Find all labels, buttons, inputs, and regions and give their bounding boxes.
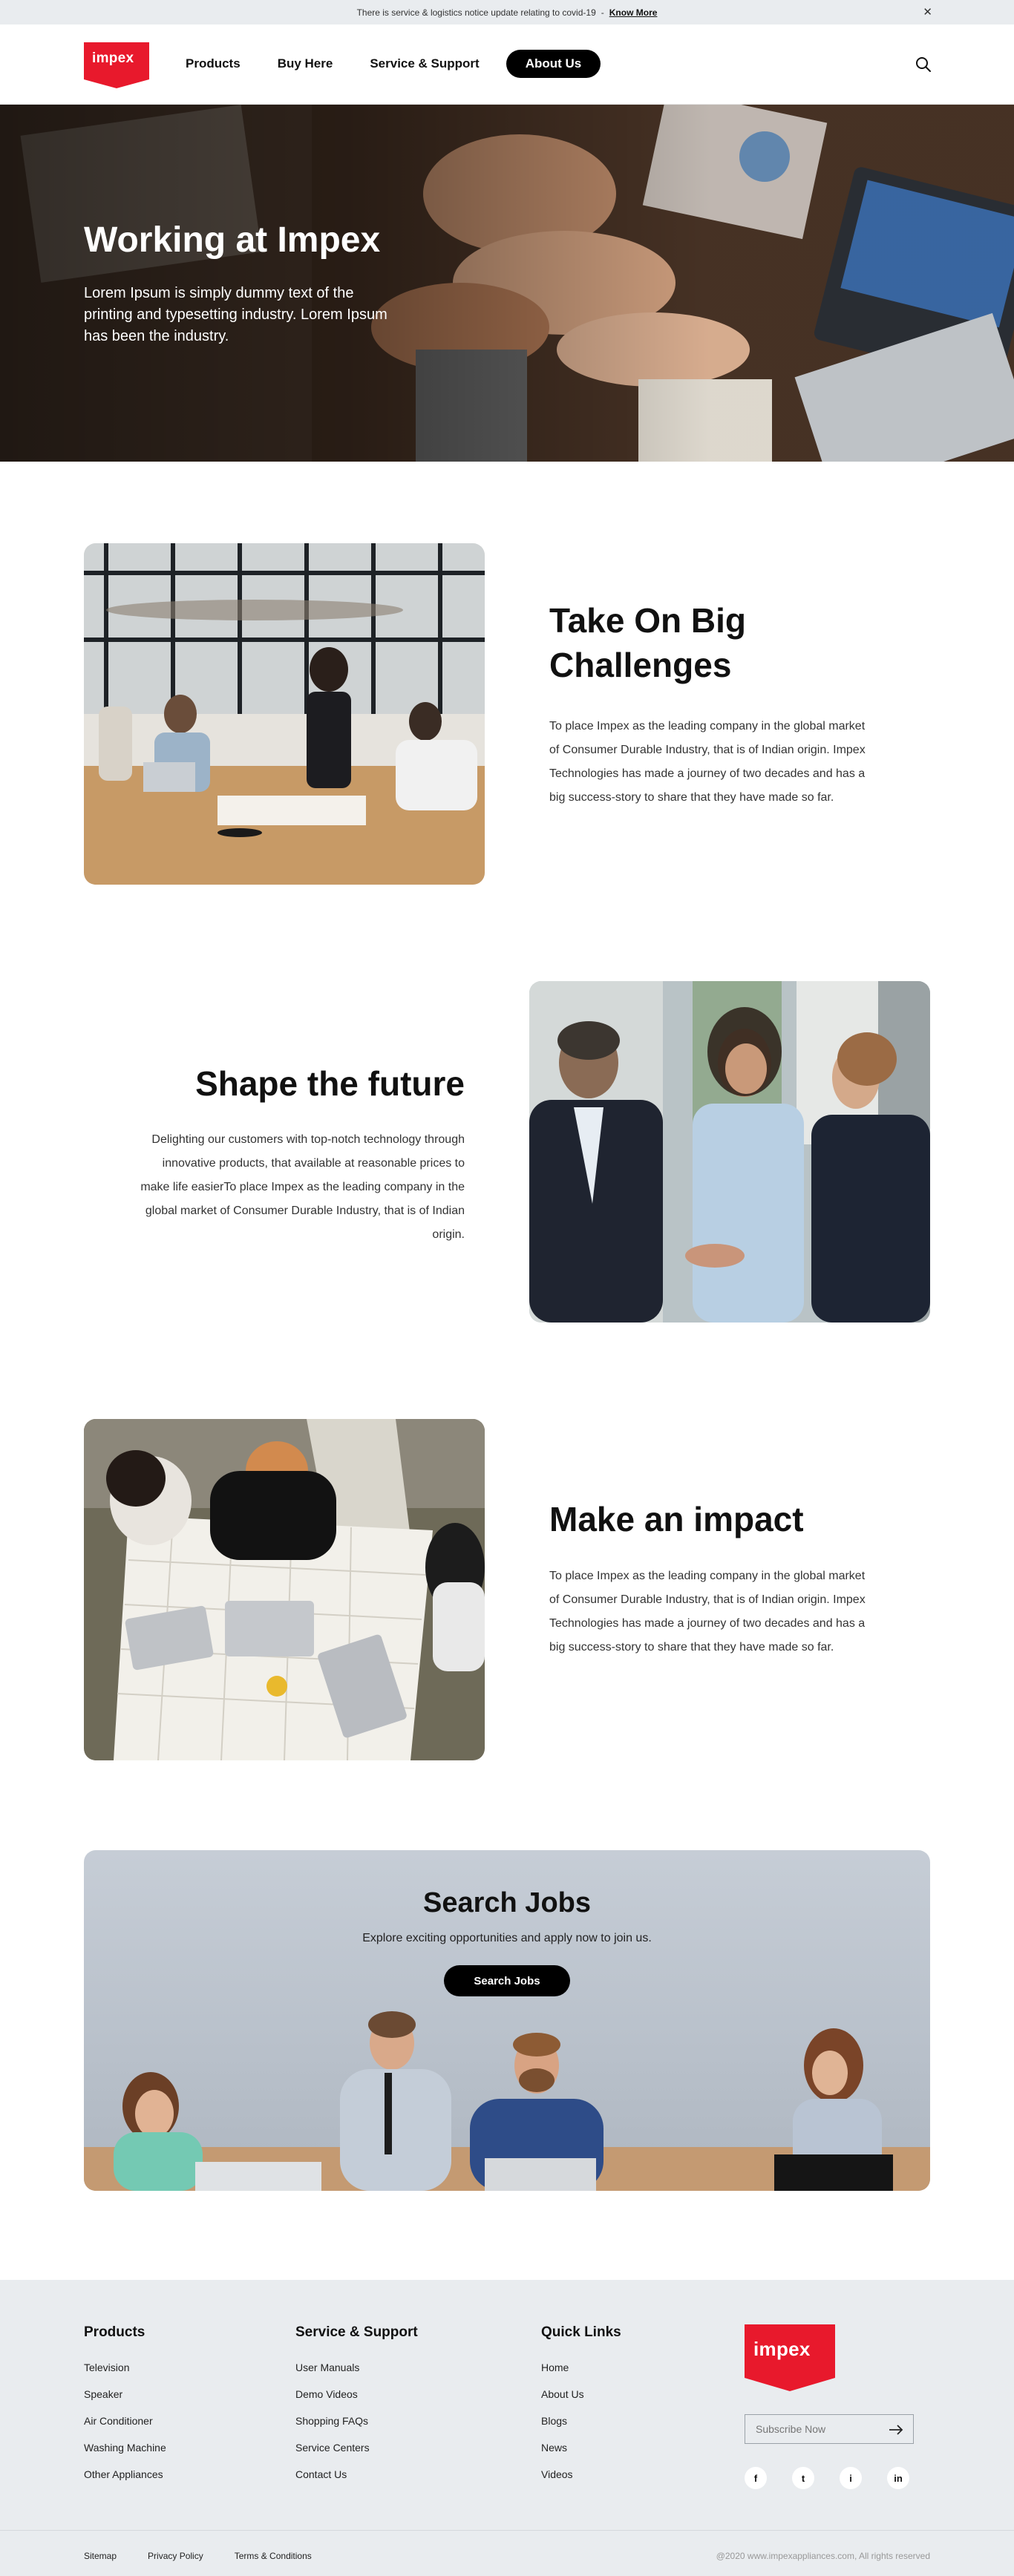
main-nav: Products Buy Here Service & Support Abou… bbox=[186, 48, 601, 79]
nav-about-us[interactable]: About Us bbox=[506, 50, 601, 78]
section-text-future: Delighting our customers with top-notch … bbox=[140, 1133, 465, 1241]
footer-link-demo-videos[interactable]: Demo Videos bbox=[295, 2388, 418, 2415]
footer-link-washing-machine[interactable]: Washing Machine bbox=[84, 2442, 166, 2468]
footer-link-air-conditioner[interactable]: Air Conditioner bbox=[84, 2415, 166, 2442]
search-jobs-button[interactable]: Search Jobs bbox=[444, 1965, 570, 1996]
hero-title: Working at Impex bbox=[84, 220, 381, 260]
terms-conditions-link[interactable]: Terms & Conditions bbox=[235, 2551, 312, 2561]
copyright-text: @2020 www.impexappliances.com, All right… bbox=[716, 2551, 930, 2561]
section-text-impact: To place Impex as the leading company in… bbox=[549, 1570, 866, 1654]
arrow-right-icon[interactable] bbox=[888, 2422, 904, 2438]
handshake-photo-illustration bbox=[529, 981, 930, 1323]
team-photo bbox=[84, 1419, 485, 1760]
notice-bar: There is service & logistics notice upda… bbox=[0, 0, 1014, 24]
nav-buy-here[interactable]: Buy Here bbox=[278, 56, 333, 71]
footer-link-home[interactable]: Home bbox=[541, 2362, 621, 2388]
footer-link-blogs[interactable]: Blogs bbox=[541, 2415, 621, 2442]
search-jobs-banner: Search Jobs Explore exciting opportuniti… bbox=[84, 1850, 930, 2191]
subscribe-input[interactable] bbox=[745, 2423, 879, 2435]
footer-link-service-centers[interactable]: Service Centers bbox=[295, 2442, 418, 2468]
site-footer: Products Television Speaker Air Conditio… bbox=[0, 2280, 1014, 2576]
impex-logo[interactable]: impex bbox=[84, 42, 149, 88]
footer-link-about-us[interactable]: About Us bbox=[541, 2388, 621, 2415]
nav-service-support[interactable]: Service & Support bbox=[370, 56, 479, 71]
footer-col-service: Service & Support User Manuals Demo Vide… bbox=[295, 2324, 418, 2495]
section-title-future: Shape the future bbox=[195, 1064, 465, 1103]
notice-separator: - bbox=[601, 7, 604, 18]
footer-link-shopping-faqs[interactable]: Shopping FAQs bbox=[295, 2415, 418, 2442]
jobs-title: Search Jobs bbox=[423, 1887, 591, 1918]
nav-products[interactable]: Products bbox=[186, 56, 241, 71]
footer-logo-text: impex bbox=[753, 2338, 811, 2360]
team-photo-illustration bbox=[84, 1419, 485, 1760]
meeting-photo bbox=[84, 543, 485, 885]
sitemap-link[interactable]: Sitemap bbox=[84, 2551, 117, 2561]
footer-bottom-links: Sitemap Privacy Policy Terms & Condition… bbox=[84, 2551, 343, 2561]
hero-text: Lorem Ipsum is simply dummy text of the … bbox=[84, 285, 387, 344]
footer-col-quick-links: Quick Links Home About Us Blogs News Vid… bbox=[541, 2324, 621, 2495]
footer-link-other-appliances[interactable]: Other Appliances bbox=[84, 2468, 166, 2495]
twitter-icon[interactable]: t bbox=[792, 2467, 814, 2489]
footer-impex-logo[interactable]: impex bbox=[745, 2324, 835, 2391]
section-title-challenges: Take On Big Challenges bbox=[549, 601, 746, 684]
footer-link-user-manuals[interactable]: User Manuals bbox=[295, 2362, 418, 2388]
subscribe-form bbox=[745, 2414, 914, 2444]
know-more-link[interactable]: Know More bbox=[609, 7, 658, 18]
footer-heading-quick-links: Quick Links bbox=[541, 2324, 621, 2340]
footer-col-products: Products Television Speaker Air Conditio… bbox=[84, 2324, 166, 2495]
handshake-photo bbox=[529, 981, 930, 1323]
section-title-impact: Make an impact bbox=[549, 1500, 804, 1538]
meeting-photo-illustration bbox=[84, 543, 485, 885]
linkedin-icon[interactable]: in bbox=[887, 2467, 909, 2489]
footer-link-television[interactable]: Television bbox=[84, 2362, 166, 2388]
privacy-policy-link[interactable]: Privacy Policy bbox=[148, 2551, 203, 2561]
footer-heading-service: Service & Support bbox=[295, 2324, 418, 2340]
footer-heading-products: Products bbox=[84, 2324, 145, 2340]
search-icon[interactable] bbox=[915, 56, 932, 73]
social-links: f t i in bbox=[745, 2467, 935, 2489]
section-text-challenges: To place Impex as the leading company in… bbox=[549, 720, 866, 804]
jobs-subtitle: Explore exciting opportunities and apply… bbox=[362, 1932, 652, 1944]
logo-text: impex bbox=[92, 50, 134, 66]
footer-link-speaker[interactable]: Speaker bbox=[84, 2388, 166, 2415]
close-icon[interactable]: ✕ bbox=[923, 5, 932, 19]
footer-link-news[interactable]: News bbox=[541, 2442, 621, 2468]
hero-banner: Working at Impex Lorem Ipsum is simply d… bbox=[0, 105, 1014, 462]
notice-text: There is service & logistics notice upda… bbox=[356, 7, 596, 18]
footer-divider bbox=[0, 2530, 1014, 2531]
site-header: impex Products Buy Here Service & Suppor… bbox=[0, 24, 1014, 105]
footer-link-contact-us[interactable]: Contact Us bbox=[295, 2468, 418, 2495]
footer-link-videos[interactable]: Videos bbox=[541, 2468, 621, 2495]
facebook-icon[interactable]: f bbox=[745, 2467, 767, 2489]
instagram-icon[interactable]: i bbox=[840, 2467, 862, 2489]
